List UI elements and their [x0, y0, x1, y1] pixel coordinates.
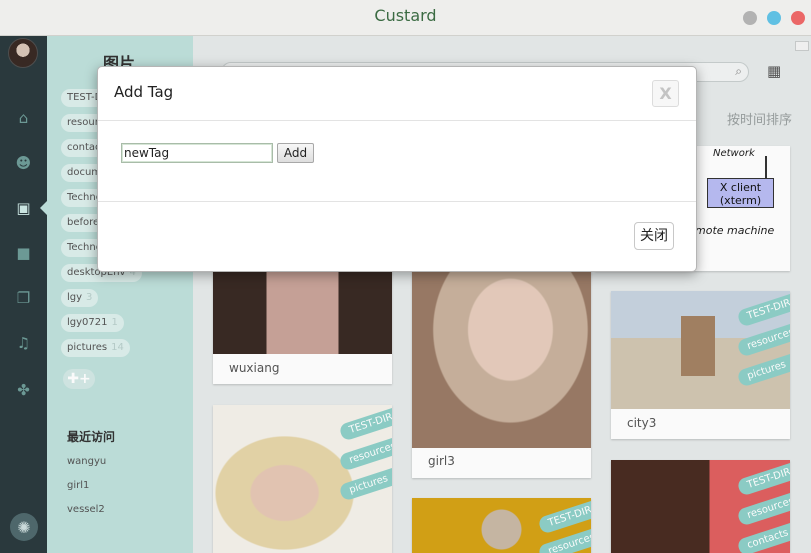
divider	[98, 120, 696, 121]
add-button[interactable]: Add	[277, 143, 314, 163]
close-button[interactable]: 关闭	[634, 222, 674, 250]
dialog-title: Add Tag	[114, 83, 174, 101]
divider	[98, 201, 696, 202]
add-tag-dialog: Add Tag X Add 关闭	[97, 66, 697, 272]
tag-name-input[interactable]	[121, 143, 273, 163]
dialog-close-x-button[interactable]: X	[652, 80, 679, 107]
